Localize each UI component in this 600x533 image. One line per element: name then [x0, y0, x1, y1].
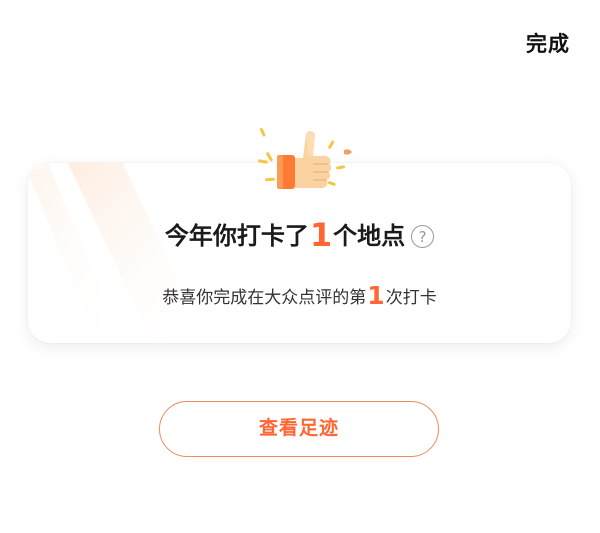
checkin-title: 今年你打卡了1个地点?	[28, 216, 571, 254]
subtitle-prefix: 恭喜你完成在大众点评的第	[162, 288, 367, 308]
thumbs-up-icon	[257, 128, 352, 189]
checkin-times-count: 1	[367, 281, 385, 310]
done-button[interactable]: 完成	[526, 28, 570, 58]
title-prefix: 今年你打卡了	[164, 222, 309, 250]
view-footprint-button[interactable]: 查看足迹	[159, 401, 439, 457]
checkin-subtitle: 恭喜你完成在大众点评的第1次打卡	[28, 281, 571, 310]
checkin-place-count: 1	[309, 216, 333, 254]
help-icon[interactable]: ?	[411, 225, 435, 248]
title-suffix: 个地点	[333, 222, 406, 250]
subtitle-suffix: 次打卡	[385, 288, 437, 308]
